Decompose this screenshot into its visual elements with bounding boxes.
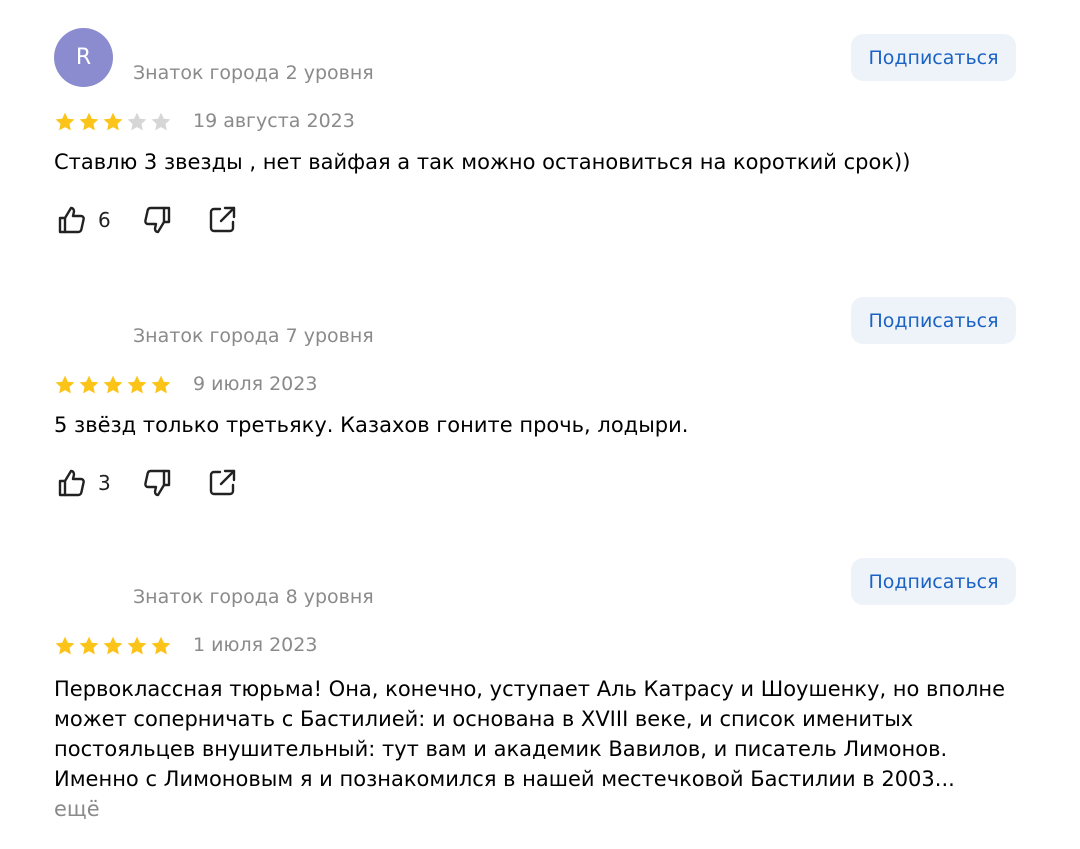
thumbs-down-icon[interactable] (141, 204, 173, 236)
rating-stars (54, 374, 172, 396)
star-icon (151, 636, 171, 655)
star-icon (103, 375, 123, 394)
thumbs-down-icon[interactable] (141, 467, 173, 499)
subscribe-button[interactable]: Подписаться (851, 34, 1016, 81)
thumbs-up-icon[interactable] (56, 467, 88, 499)
star-icon (103, 112, 123, 131)
review-text: Первоклассная тюрьма! Она, конечно, усту… (54, 674, 1024, 824)
star-icon (55, 375, 75, 394)
star-icon (79, 636, 99, 655)
rating-stars (54, 635, 172, 657)
rating-stars (54, 111, 172, 133)
review-text: 5 звёзд только третьяку. Казахов гоните … (54, 413, 689, 437)
likes-count: 3 (98, 471, 111, 495)
review-actions: 3 (56, 467, 238, 499)
read-more-link[interactable]: ещё (54, 797, 100, 821)
review-date: 1 июля 2023 (193, 634, 318, 656)
star-icon (55, 112, 75, 131)
star-icon (79, 375, 99, 394)
star-icon (79, 112, 99, 131)
star-icon (127, 636, 147, 655)
star-icon (103, 636, 123, 655)
share-icon[interactable] (206, 467, 238, 499)
likes-count: 6 (98, 208, 111, 232)
review-date: 9 июля 2023 (193, 373, 318, 395)
star-icon (55, 636, 75, 655)
star-icon (151, 112, 171, 131)
star-icon (151, 375, 171, 394)
review-actions: 6 (56, 204, 238, 236)
review-text: Ставлю 3 звезды , нет вайфая а так можно… (54, 150, 911, 174)
avatar[interactable] (54, 291, 113, 350)
share-icon[interactable] (206, 204, 238, 236)
thumbs-up-icon[interactable] (56, 204, 88, 236)
subscribe-button[interactable]: Подписаться (851, 558, 1016, 605)
author-level: Знаток города 8 уровня (133, 586, 374, 608)
review-text-body: Первоклассная тюрьма! Она, конечно, усту… (54, 677, 1006, 791)
author-level: Знаток города 2 уровня (133, 62, 374, 84)
author-level: Знаток города 7 уровня (133, 325, 374, 347)
subscribe-button[interactable]: Подписаться (851, 297, 1016, 344)
avatar[interactable] (54, 552, 113, 611)
avatar[interactable]: R (54, 28, 113, 87)
star-icon (127, 375, 147, 394)
star-icon (127, 112, 147, 131)
review-date: 19 августа 2023 (193, 110, 355, 132)
